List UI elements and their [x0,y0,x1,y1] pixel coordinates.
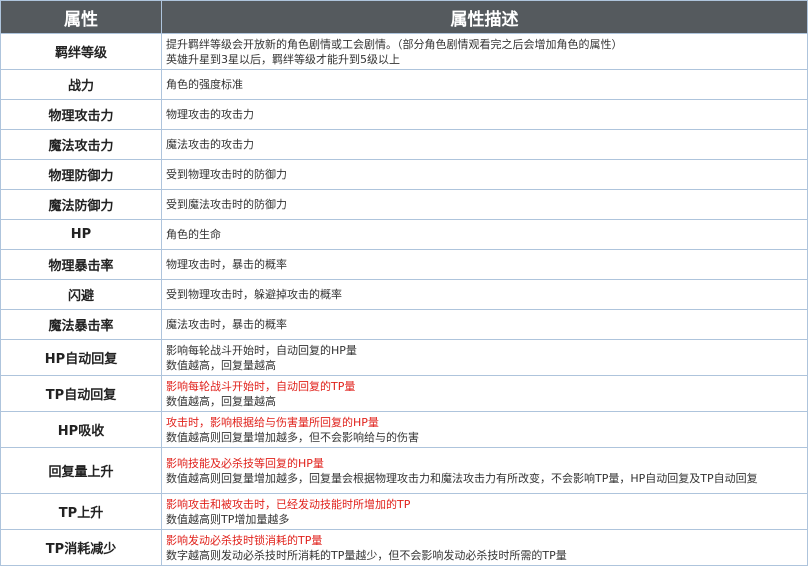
description-line: 角色的生命 [166,228,221,241]
description-line: 提升羁绊等级会开放新的角色剧情或工会剧情。（部分角色剧情观看完之后会增加角色的属… [166,37,623,51]
table-row: 魔法暴击率 魔法攻击时，暴击的概率 [0,309,808,340]
table-row: TP消耗减少 影响发动必杀技时锁消耗的TP量 数字越高则发动必杀技时所消耗的TP量越… [0,529,808,566]
description-line: 受到物理攻击时，躲避掉攻击的概率 [166,288,342,301]
description-line: 影响发动必杀技时锁消耗的TP量 [166,533,323,547]
attribute-description: 攻击时，影响根据给与伤害量所回复的HP量 数值越高则回复量增加越多，但不会影响给与… [161,411,808,448]
attribute-name: TP上升 [0,493,162,530]
description-line: 物理攻击时，暴击的概率 [166,258,287,271]
table-row: 战力 角色的强度标准 [0,69,808,100]
table-row: 魔法防御力 受到魔法攻击时的防御力 [0,189,808,220]
description-line: 攻击时，影响根据给与伤害量所回复的HP量 [166,415,379,429]
description-line: 物理攻击的攻击力 [166,108,254,121]
attribute-table: 属性 属性描述 羁绊等级 提升羁绊等级会开放新的角色剧情或工会剧情。（部分角色剧情… [0,0,808,566]
attribute-name: 战力 [0,69,162,100]
attribute-description: 影响技能及必杀技等回复的HP量 数值越高则回复量增加越多，回复量会根据物理攻击力和… [161,447,808,494]
description-line: 魔法攻击的攻击力 [166,138,254,151]
attribute-description: 魔法攻击时，暴击的概率 [161,309,808,340]
table-row: 回复量上升 影响技能及必杀技等回复的HP量 数值越高则回复量增加越多，回复量会根据物… [0,447,808,494]
table-row: 物理暴击率 物理攻击时，暴击的概率 [0,249,808,280]
attribute-description: 影响发动必杀技时锁消耗的TP量 数字越高则发动必杀技时所消耗的TP量越少，但不会影… [161,529,808,566]
table-row: TP自动回复 影响每轮战斗开始时，自动回复的TP量 数值越高，回复量越高 [0,375,808,412]
header-description: 属性描述 [161,0,808,34]
table-row: 物理攻击力 物理攻击的攻击力 [0,99,808,130]
attribute-name: HP吸收 [0,411,162,448]
table-body: 羁绊等级 提升羁绊等级会开放新的角色剧情或工会剧情。（部分角色剧情观看完之后会增加… [0,33,808,566]
attribute-description: 物理攻击时，暴击的概率 [161,249,808,280]
description-line: 数字越高则发动必杀技时所消耗的TP量越少，但不会影响发动必杀技时所需的TP量 [166,548,567,562]
attribute-name: 魔法攻击力 [0,129,162,160]
description-line: 数值越高，回复量越高 [166,358,276,372]
attribute-description: 受到魔法攻击时的防御力 [161,189,808,220]
description-line: 数值越高则回复量增加越多，但不会影响给与的伤害 [166,430,419,444]
attribute-description: 影响每轮战斗开始时，自动回复的TP量 数值越高，回复量越高 [161,375,808,412]
attribute-name: TP消耗减少 [0,529,162,566]
attribute-description: 角色的生命 [161,219,808,250]
attribute-name: 回复量上升 [0,447,162,494]
attribute-description: 物理攻击的攻击力 [161,99,808,130]
attribute-name: 魔法暴击率 [0,309,162,340]
attribute-description: 影响每轮战斗开始时，自动回复的HP量 数值越高，回复量越高 [161,339,808,376]
description-line: 数值越高则TP增加量越多 [166,512,290,526]
table-row: 羁绊等级 提升羁绊等级会开放新的角色剧情或工会剧情。（部分角色剧情观看完之后会增加… [0,33,808,70]
description-line: 数值越高则回复量增加越多，回复量会根据物理攻击力和魔法攻击力有所改变，不会影响T… [166,471,758,485]
attribute-description: 受到物理攻击时的防御力 [161,159,808,190]
table-row: 闪避 受到物理攻击时，躲避掉攻击的概率 [0,279,808,310]
table-row: HP吸收 攻击时，影响根据给与伤害量所回复的HP量 数值越高则回复量增加越多，但不会… [0,411,808,448]
attribute-description: 受到物理攻击时，躲避掉攻击的概率 [161,279,808,310]
attribute-name: 羁绊等级 [0,33,162,70]
table-header-row: 属性 属性描述 [0,0,808,34]
table-row: 物理防御力 受到物理攻击时的防御力 [0,159,808,190]
table-row: HP自动回复 影响每轮战斗开始时，自动回复的HP量 数值越高，回复量越高 [0,339,808,376]
attribute-name: 物理暴击率 [0,249,162,280]
attribute-name: 闪避 [0,279,162,310]
attribute-description: 提升羁绊等级会开放新的角色剧情或工会剧情。（部分角色剧情观看完之后会增加角色的属… [161,33,808,70]
attribute-description: 魔法攻击的攻击力 [161,129,808,160]
description-line: 受到魔法攻击时的防御力 [166,198,287,211]
table-row: HP 角色的生命 [0,219,808,250]
description-line: 角色的强度标准 [166,78,243,91]
attribute-name: HP自动回复 [0,339,162,376]
attribute-description: 角色的强度标准 [161,69,808,100]
description-line: 数值越高，回复量越高 [166,394,276,408]
table-row: 魔法攻击力 魔法攻击的攻击力 [0,129,808,160]
attribute-name: HP [0,219,162,250]
description-line: 影响技能及必杀技等回复的HP量 [166,456,324,470]
attribute-name: 物理防御力 [0,159,162,190]
attribute-description: 影响攻击和被攻击时，已经发动技能时所增加的TP 数值越高则TP增加量越多 [161,493,808,530]
header-attribute: 属性 [0,0,162,34]
description-line: 影响每轮战斗开始时，自动回复的TP量 [166,379,356,393]
attribute-name: 物理攻击力 [0,99,162,130]
attribute-name: TP自动回复 [0,375,162,412]
description-line: 影响攻击和被攻击时，已经发动技能时所增加的TP [166,497,411,511]
table-row: TP上升 影响攻击和被攻击时，已经发动技能时所增加的TP 数值越高则TP增加量越多 [0,493,808,530]
attribute-name: 魔法防御力 [0,189,162,220]
description-line: 英雄升星到3星以后，羁绊等级才能升到5级以上 [166,52,400,66]
description-line: 魔法攻击时，暴击的概率 [166,318,287,331]
description-line: 受到物理攻击时的防御力 [166,168,287,181]
description-line: 影响每轮战斗开始时，自动回复的HP量 [166,343,357,357]
